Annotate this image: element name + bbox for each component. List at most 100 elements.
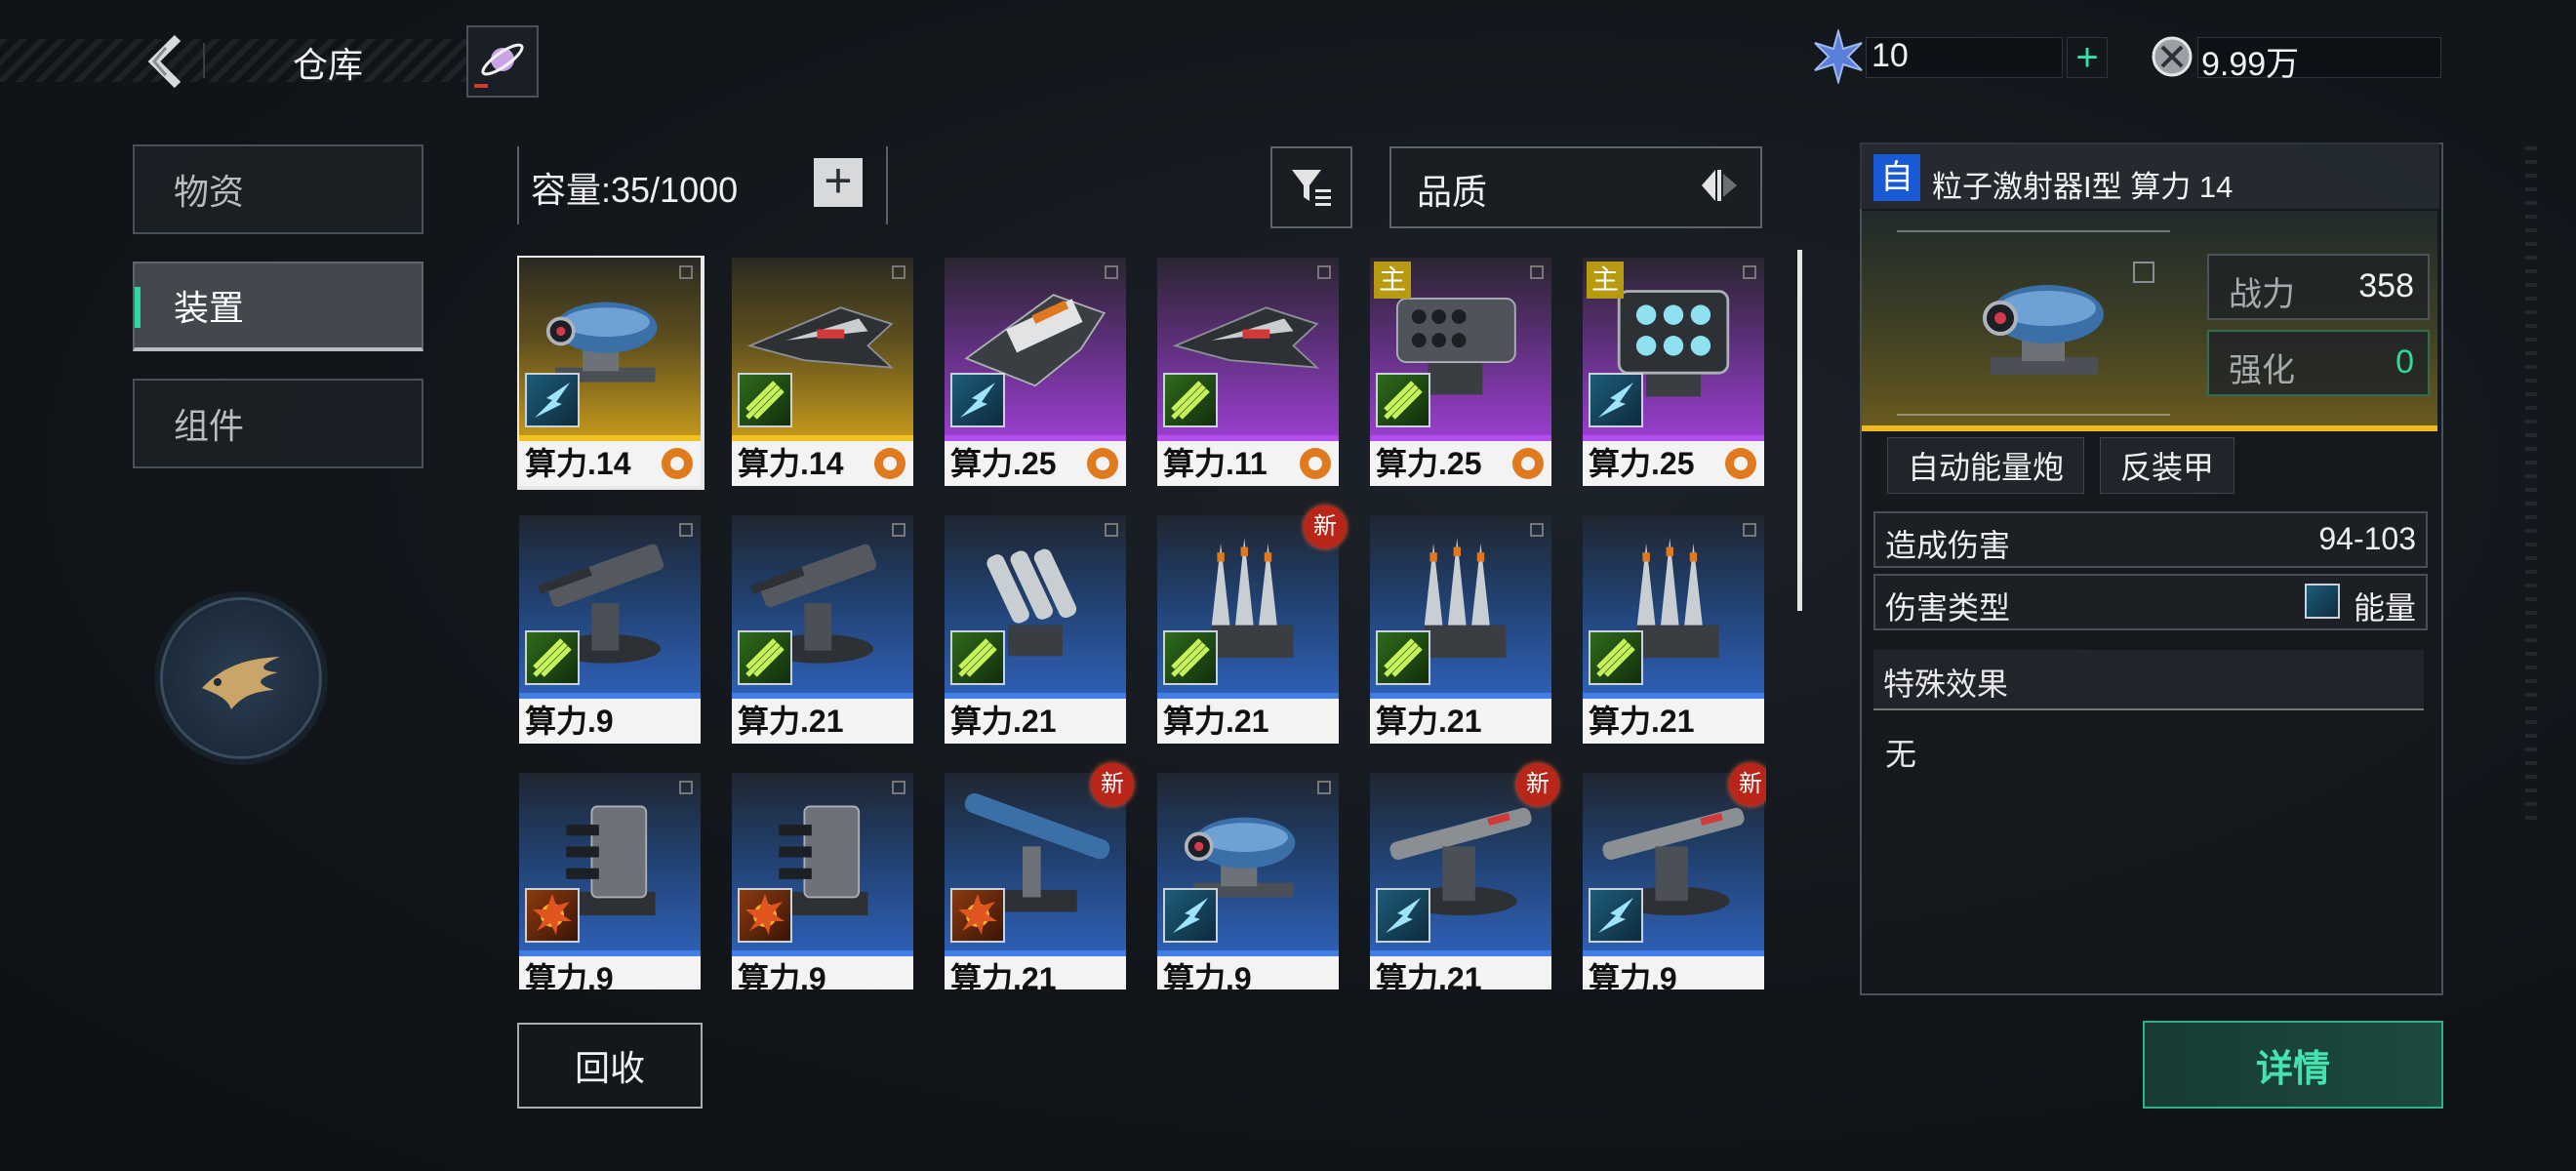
recycle-label: 回收 [574,1048,645,1088]
crystal-icon [1813,27,1864,86]
item-image [732,773,913,956]
item-card[interactable]: 算力.21 新 [1157,505,1347,744]
new-badge: 新 [1729,763,1766,806]
gear-icon [662,448,693,479]
item-image [732,258,913,441]
compare-checkbox[interactable] [2133,262,2154,283]
item-card[interactable]: 算力.9 [519,515,701,744]
item-image [519,258,701,441]
select-checkbox[interactable] [1743,523,1756,537]
recycle-button[interactable]: 回收 [517,1023,703,1109]
skill-tab-auto-cannon[interactable]: 自动能量炮 [1887,437,2084,494]
energy-type-icon [950,373,1005,427]
grid-scrollbar[interactable] [1797,250,1802,611]
gear-icon [1512,448,1544,479]
coin-value: 9.99万 [2201,46,2300,83]
select-checkbox[interactable] [892,781,906,794]
item-card[interactable]: 算力.21 [945,515,1126,744]
item-image [945,515,1126,699]
select-checkbox[interactable] [892,265,906,279]
item-card[interactable]: 算力.21 新 [945,763,1134,989]
select-checkbox[interactable] [1530,523,1544,537]
item-card[interactable]: 算力.25 [945,258,1126,486]
item-power: 算力.21 [945,699,1126,744]
item-card[interactable]: 算力.21 [1583,515,1764,744]
item-card[interactable]: 算力.21 [1370,515,1551,744]
planet-icon [474,43,524,88]
item-image [519,773,701,956]
skill-tab-anti-armor[interactable]: 反装甲 [2100,437,2234,494]
tab-label: 组件 [174,406,245,446]
item-power: 算力.9 [1157,956,1339,989]
select-checkbox[interactable] [1317,781,1331,794]
item-card[interactable]: 算力.14 [517,256,704,490]
enhance-label: 强化 [2229,352,2295,389]
select-checkbox[interactable] [679,781,693,794]
item-card[interactable]: 算力.9 新 [1583,763,1766,989]
damage-row: 造成伤害 94-103 [1873,511,2428,568]
damage-label: 造成伤害 [1885,528,2011,563]
phoenix-icon [202,657,280,709]
select-checkbox[interactable] [1105,265,1118,279]
damage-type-value: 能量 [2353,590,2416,626]
item-power: 算力.9 [732,956,913,989]
item-power: 算力.9 [519,956,701,989]
gear-icon [1300,448,1331,479]
item-image: 主 [1583,258,1764,441]
gear-icon [1087,448,1118,479]
item-power: 算力.21 [945,956,1126,989]
explosive-type-icon [738,888,792,943]
new-badge: 新 [1304,505,1347,548]
side-decoration [2525,146,2537,829]
tab-components[interactable]: 组件 [133,379,423,468]
plus-icon: + [2075,35,2099,79]
item-card[interactable]: 主算力.25 [1583,258,1764,486]
new-badge: 新 [1091,763,1134,806]
select-checkbox[interactable] [1530,265,1544,279]
enhance-box: 强化 0 [2207,330,2430,396]
item-card[interactable]: 算力.14 [732,258,913,486]
select-checkbox[interactable] [1743,265,1756,279]
sort-order-icon[interactable] [1698,164,1741,207]
planet-button[interactable] [466,25,539,98]
select-checkbox[interactable] [1317,265,1331,279]
capacity-text: 容量:35/1000 [531,170,739,210]
item-card[interactable]: 算力.11 [1157,258,1339,486]
filter-button[interactable] [1270,146,1352,228]
item-card[interactable]: 算力.9 [732,773,913,989]
tab-label: 物资 [174,172,245,212]
kinetic-type-icon [525,630,580,685]
back-button[interactable] [137,27,195,96]
energy-type-icon [525,373,580,427]
expand-capacity-button[interactable]: + [814,156,863,207]
add-crystal-button[interactable]: + [2067,35,2108,79]
energy-type-icon [1589,373,1643,427]
main-badge: 主 [1374,262,1411,299]
item-card[interactable]: 算力.21 新 [1370,763,1559,989]
item-image [519,515,701,699]
item-card[interactable]: 算力.9 [519,773,701,989]
skill-tab-label: 反装甲 [2119,450,2214,485]
kinetic-type-icon [1376,630,1430,685]
sort-label: 品质 [1417,172,1488,212]
select-checkbox[interactable] [679,265,693,279]
item-power: 算力.21 [732,699,913,744]
select-checkbox[interactable] [892,523,906,537]
item-card[interactable]: 算力.21 [732,515,913,744]
tab-supplies[interactable]: 物资 [133,144,423,234]
special-effect-header: 特殊效果 [1873,650,2424,710]
filter-icon [1292,170,1331,206]
details-button[interactable]: 详情 [2143,1021,2443,1109]
item-card[interactable]: 算力.9 [1157,773,1339,989]
item-power: 算力.21 [1157,699,1339,744]
crystal-value: 10 [1872,37,1909,74]
tab-label: 装置 [174,288,245,328]
select-checkbox[interactable] [679,523,693,537]
explosive-type-icon [525,888,580,943]
auto-tag: 自 [1873,154,1920,201]
item-grid: 算力.14 算力.14 算力.25 算力.11 主算力.25 主算力.25 算力.9 算力.2… [517,256,1766,989]
item-image [732,515,913,699]
item-card[interactable]: 主算力.25 [1370,258,1551,486]
tab-devices[interactable]: 装置 [133,262,423,351]
select-checkbox[interactable] [1105,523,1118,537]
